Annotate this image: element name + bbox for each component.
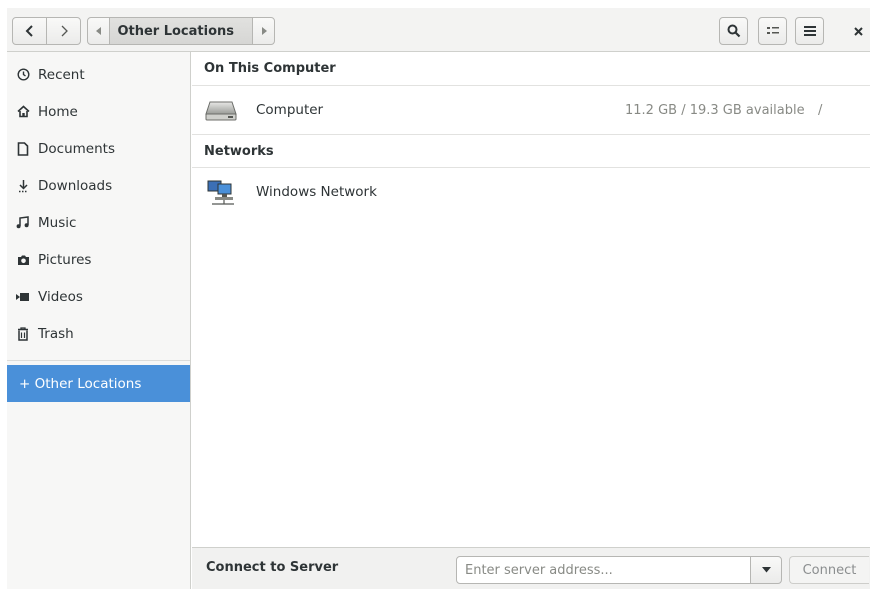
sidebar-item-downloads[interactable]: Downloads (7, 167, 190, 204)
back-button[interactable] (12, 17, 47, 45)
connect-button[interactable]: Connect (789, 556, 869, 584)
view-toggle-button[interactable] (758, 17, 787, 45)
section-title: On This Computer (204, 61, 336, 76)
sidebar-item-label: Trash (38, 325, 74, 342)
sidebar: Recent Home Documents Downloads Music Pi… (7, 52, 191, 589)
section-title: Networks (204, 143, 274, 159)
connect-to-server-bar: Connect to Server Connect (192, 547, 870, 589)
locations-list: On This Computer Computer 11.2 GB / 19.3… (192, 52, 870, 547)
sidebar-item-home[interactable]: Home (7, 93, 190, 130)
path-bar: Other Locations (87, 17, 275, 45)
sidebar-item-label: Downloads (38, 177, 113, 194)
connect-to-server-label: Connect to Server (206, 560, 339, 575)
path-scroll-right-button[interactable] (252, 17, 275, 45)
camera-icon (16, 253, 30, 267)
music-icon (16, 216, 30, 230)
section-header-on-this-computer: On This Computer (192, 52, 870, 86)
location-row-computer[interactable]: Computer 11.2 GB / 19.3 GB available / (192, 87, 870, 133)
server-address-input[interactable] (456, 556, 751, 584)
document-icon (16, 141, 30, 156)
sidebar-item-music[interactable]: Music (7, 204, 190, 241)
sidebar-item-label: Music (38, 214, 77, 231)
sidebar-item-label: Documents (38, 140, 115, 157)
sidebar-item-recent[interactable]: Recent (7, 56, 190, 93)
triangle-left-icon (95, 27, 101, 35)
sidebar-item-label: Home (38, 103, 78, 120)
sidebar-item-videos[interactable]: Videos (7, 278, 190, 315)
location-space: 11.2 GB / 19.3 GB available (625, 102, 805, 118)
sidebar-item-documents[interactable]: Documents (7, 130, 190, 167)
hamburger-icon (803, 26, 816, 36)
triangle-right-icon (261, 27, 267, 35)
video-icon (16, 290, 30, 304)
path-button-other-locations[interactable]: Other Locations (109, 17, 253, 45)
section-header-networks: Networks (192, 134, 870, 168)
path-current-label: Other Locations (117, 23, 234, 39)
path-scroll-left-button[interactable] (87, 17, 110, 45)
sidebar-item-label: + Other Locations (19, 375, 142, 392)
location-row-windows-network[interactable]: Windows Network (192, 169, 870, 215)
sidebar-item-label: Videos (38, 288, 83, 305)
list-view-icon (766, 27, 779, 34)
sidebar-item-other-locations[interactable]: + Other Locations (7, 365, 190, 402)
connect-button-label: Connect (802, 562, 857, 578)
sidebar-separator (7, 360, 190, 361)
sidebar-item-trash[interactable]: Trash (7, 315, 190, 352)
close-icon (853, 26, 863, 36)
sidebar-item-label: Pictures (38, 251, 92, 268)
chevron-right-icon (61, 25, 68, 37)
location-path: / (818, 102, 823, 118)
forward-button[interactable] (46, 17, 81, 45)
network-computers-icon (207, 180, 234, 205)
search-icon (727, 24, 740, 38)
download-icon (16, 179, 30, 193)
hard-drive-icon (205, 101, 237, 121)
clock-icon (16, 68, 30, 82)
recent-servers-dropdown-button[interactable] (750, 556, 782, 584)
chevron-down-icon (761, 567, 771, 573)
menu-button[interactable] (795, 17, 824, 45)
search-button[interactable] (719, 17, 748, 45)
trash-icon (16, 326, 30, 341)
location-name: Computer (256, 102, 324, 118)
home-icon (16, 105, 30, 119)
navigation-buttons (12, 17, 81, 45)
chevron-left-icon (25, 25, 33, 37)
close-button[interactable] (847, 17, 869, 45)
header-bar: Other Locations (7, 8, 870, 52)
sidebar-item-pictures[interactable]: Pictures (7, 241, 190, 278)
location-name: Windows Network (256, 184, 377, 200)
sidebar-item-label: Recent (38, 66, 85, 83)
